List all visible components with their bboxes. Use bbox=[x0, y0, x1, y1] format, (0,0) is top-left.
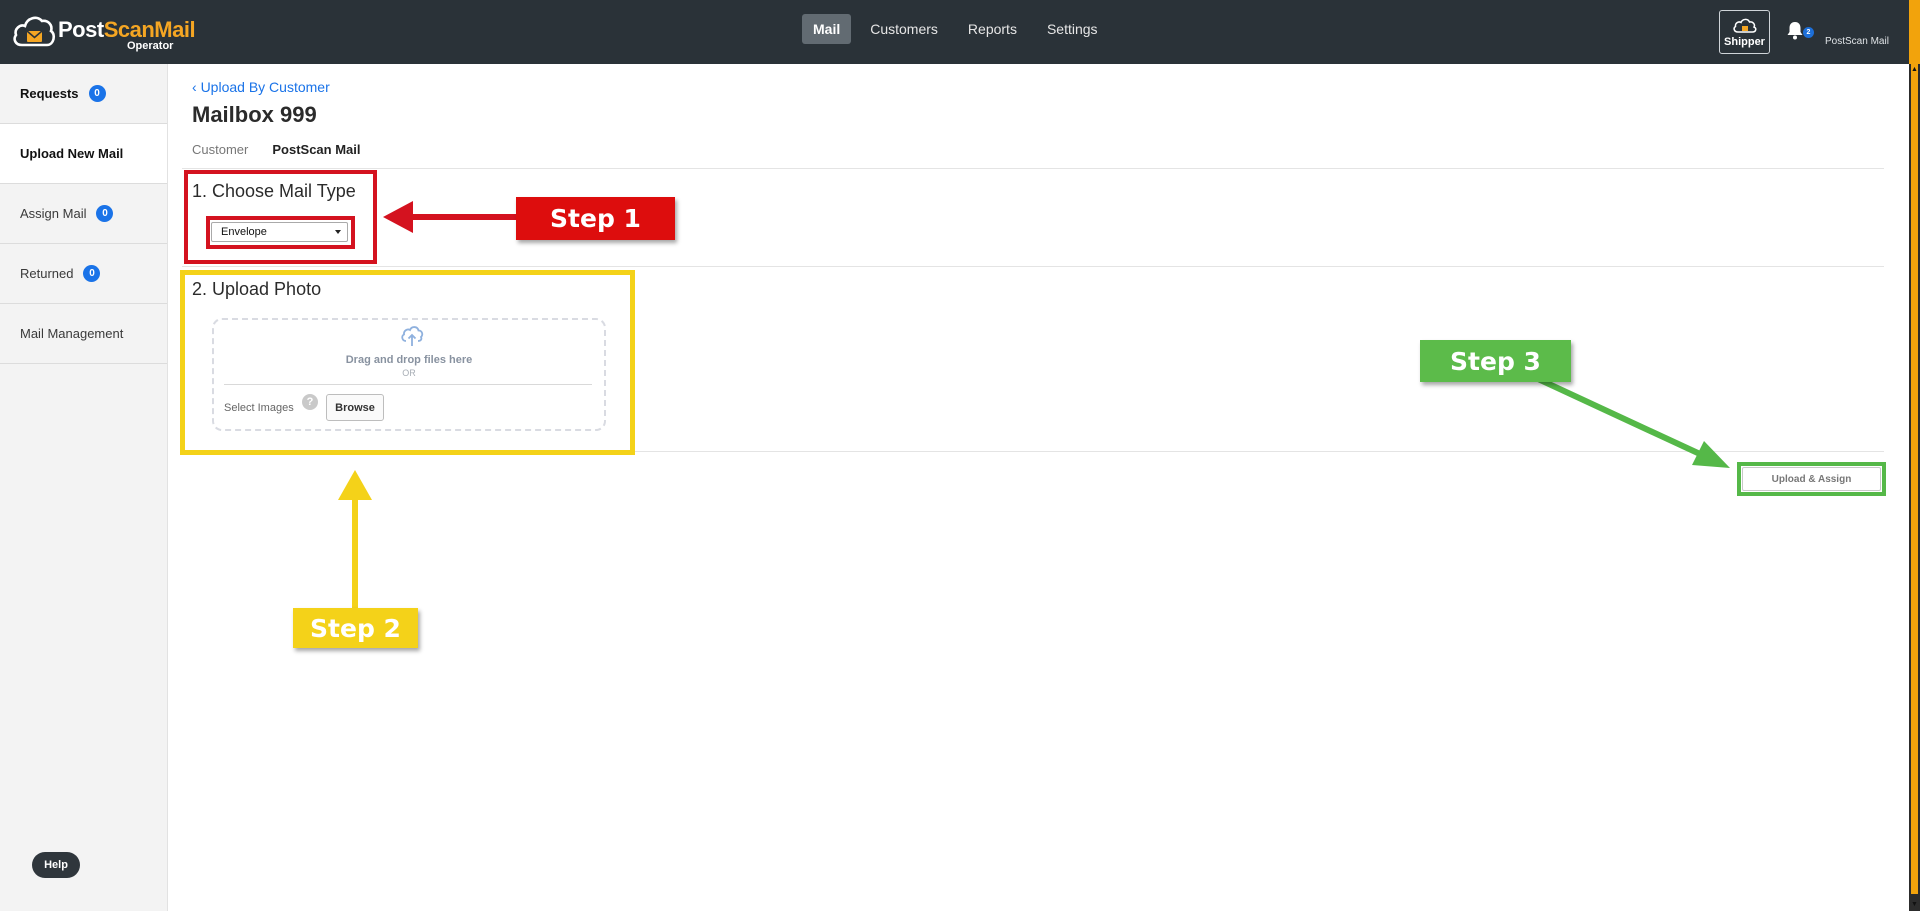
annotation-arrows bbox=[338, 201, 1730, 610]
step2-arrow-icon bbox=[338, 470, 372, 610]
step1-label: Step 1 bbox=[516, 197, 675, 240]
step3-arrow-icon bbox=[1534, 375, 1730, 468]
step1-arrow-icon bbox=[383, 201, 518, 233]
step2-label: Step 2 bbox=[293, 608, 418, 648]
step3-label: Step 3 bbox=[1420, 340, 1571, 382]
